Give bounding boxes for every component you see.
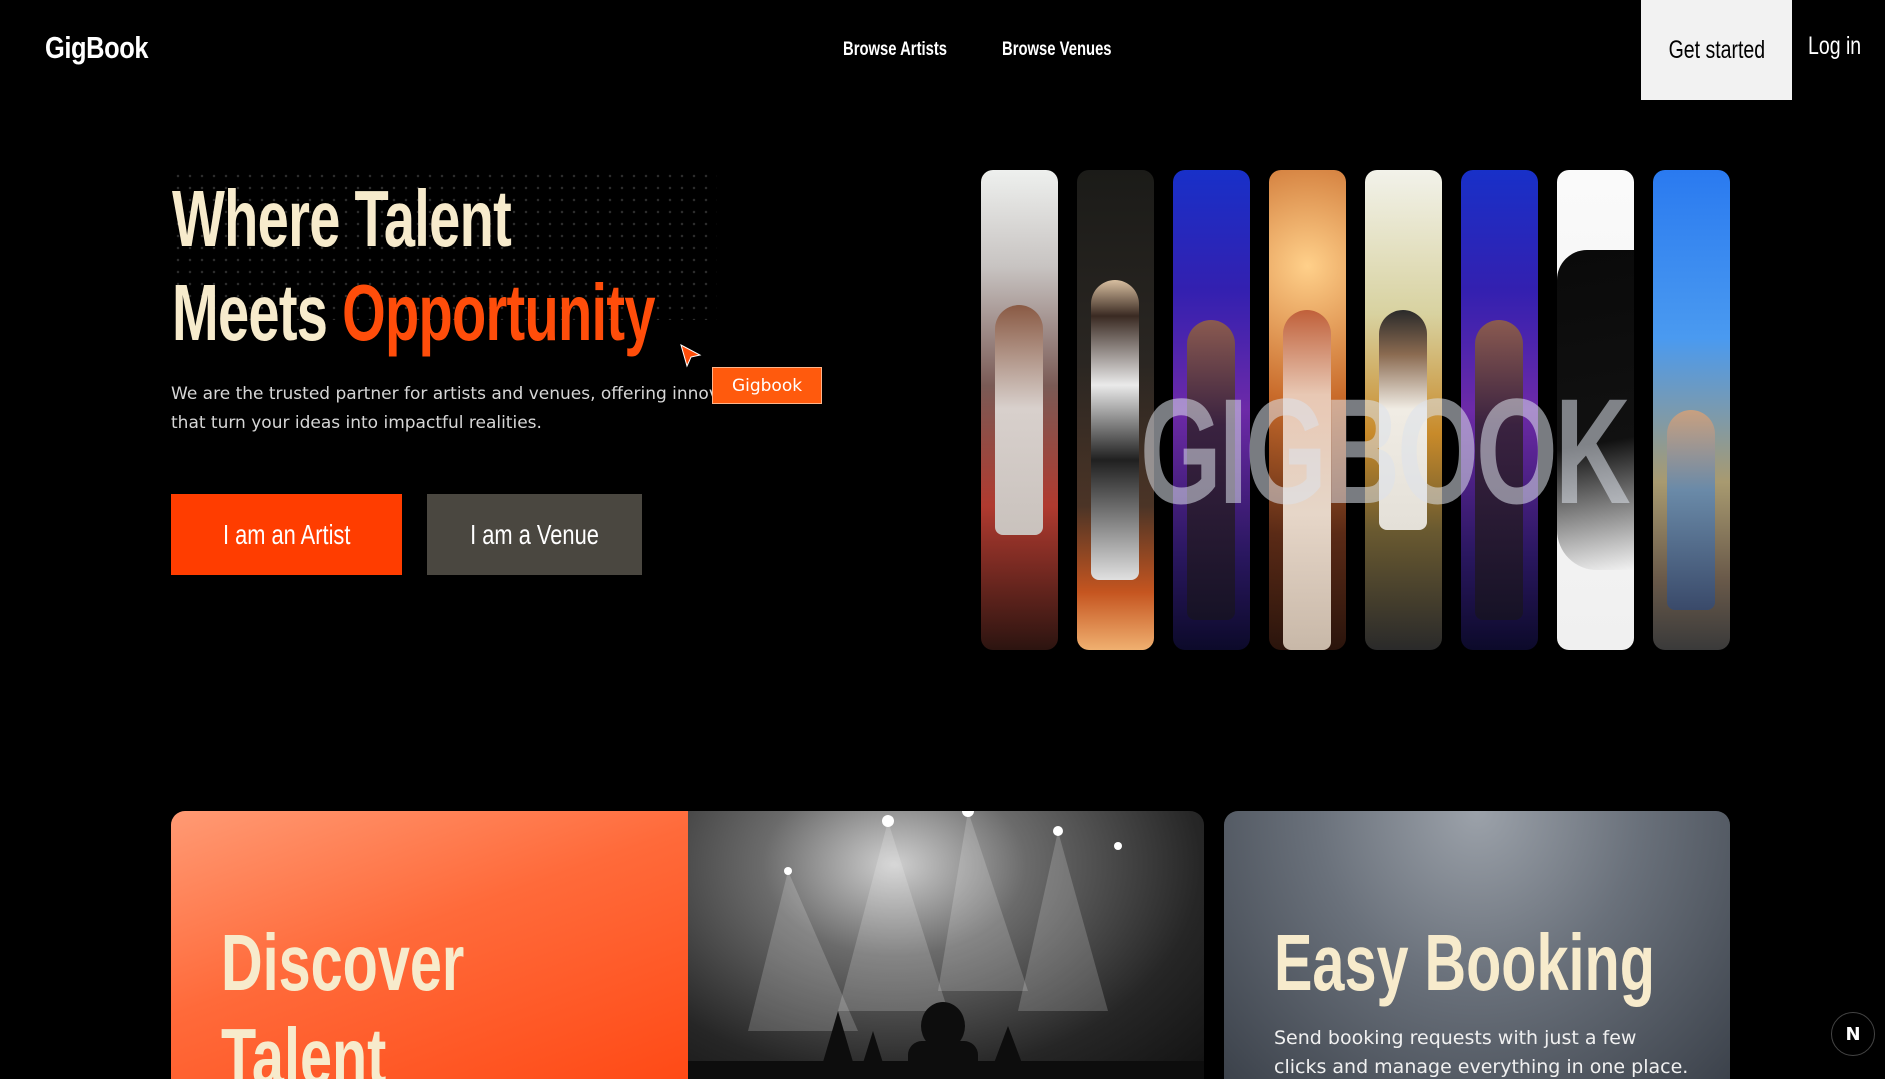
hero-description-line2: that turn your ideas into impactful real… [171, 413, 542, 433]
get-started-button[interactable]: Get started [1641, 0, 1792, 100]
strip-image-2 [1077, 170, 1154, 650]
discover-card-panel: Discover Talent [171, 811, 688, 1079]
strip-image-3 [1173, 170, 1250, 650]
booking-title: Easy Booking [1274, 918, 1655, 1007]
hero-description: We are the trusted partner for artists a… [171, 380, 716, 438]
login-link[interactable]: Log in [1808, 32, 1861, 61]
pointer-cursor-icon [680, 344, 702, 368]
booking-description: Send booking requests with just a few cl… [1274, 1027, 1689, 1078]
logo[interactable]: GigBook [45, 30, 148, 66]
hero-description-line1: We are the trusted partner for artists a… [171, 384, 716, 404]
strip-image-6 [1461, 170, 1538, 650]
hero-title-line2-prefix: Meets [172, 268, 343, 357]
discover-talent-card[interactable]: Discover Talent [171, 811, 1204, 1079]
strip-image-4 [1269, 170, 1346, 650]
venue-button-label: I am a Venue [470, 518, 599, 550]
nav-browse-artists[interactable]: Browse Artists [843, 39, 947, 61]
artist-button[interactable]: I am an Artist [171, 494, 402, 575]
gigbook-badge: Gigbook [712, 367, 822, 404]
discover-title-line2: Talent [221, 1012, 387, 1079]
hero-title-line1: Where Talent [172, 174, 512, 263]
dev-tools-badge[interactable]: N [1831, 1012, 1875, 1056]
hero-title: Where Talent Meets Opportunity [172, 172, 655, 360]
nav-browse-venues[interactable]: Browse Venues [1002, 39, 1112, 61]
performer-image-strips [981, 170, 1731, 650]
get-started-label: Get started [1668, 35, 1765, 64]
stage-lights-graphic [688, 811, 1204, 1079]
artist-button-label: I am an Artist [222, 518, 351, 550]
strip-image-8 [1653, 170, 1730, 650]
venue-button[interactable]: I am a Venue [427, 494, 642, 575]
discover-title: Discover Talent [221, 916, 464, 1079]
hero-title-accent: Opportunity [342, 268, 655, 357]
easy-booking-card[interactable]: Easy Booking Send booking requests with … [1224, 811, 1730, 1079]
concert-photo [688, 811, 1204, 1079]
strip-image-7 [1557, 170, 1634, 650]
strip-image-1 [981, 170, 1058, 650]
strip-image-5 [1365, 170, 1442, 650]
site-header: GigBook Browse Artists Browse Venues Get… [0, 0, 1885, 100]
discover-title-line1: Discover [221, 918, 465, 1007]
